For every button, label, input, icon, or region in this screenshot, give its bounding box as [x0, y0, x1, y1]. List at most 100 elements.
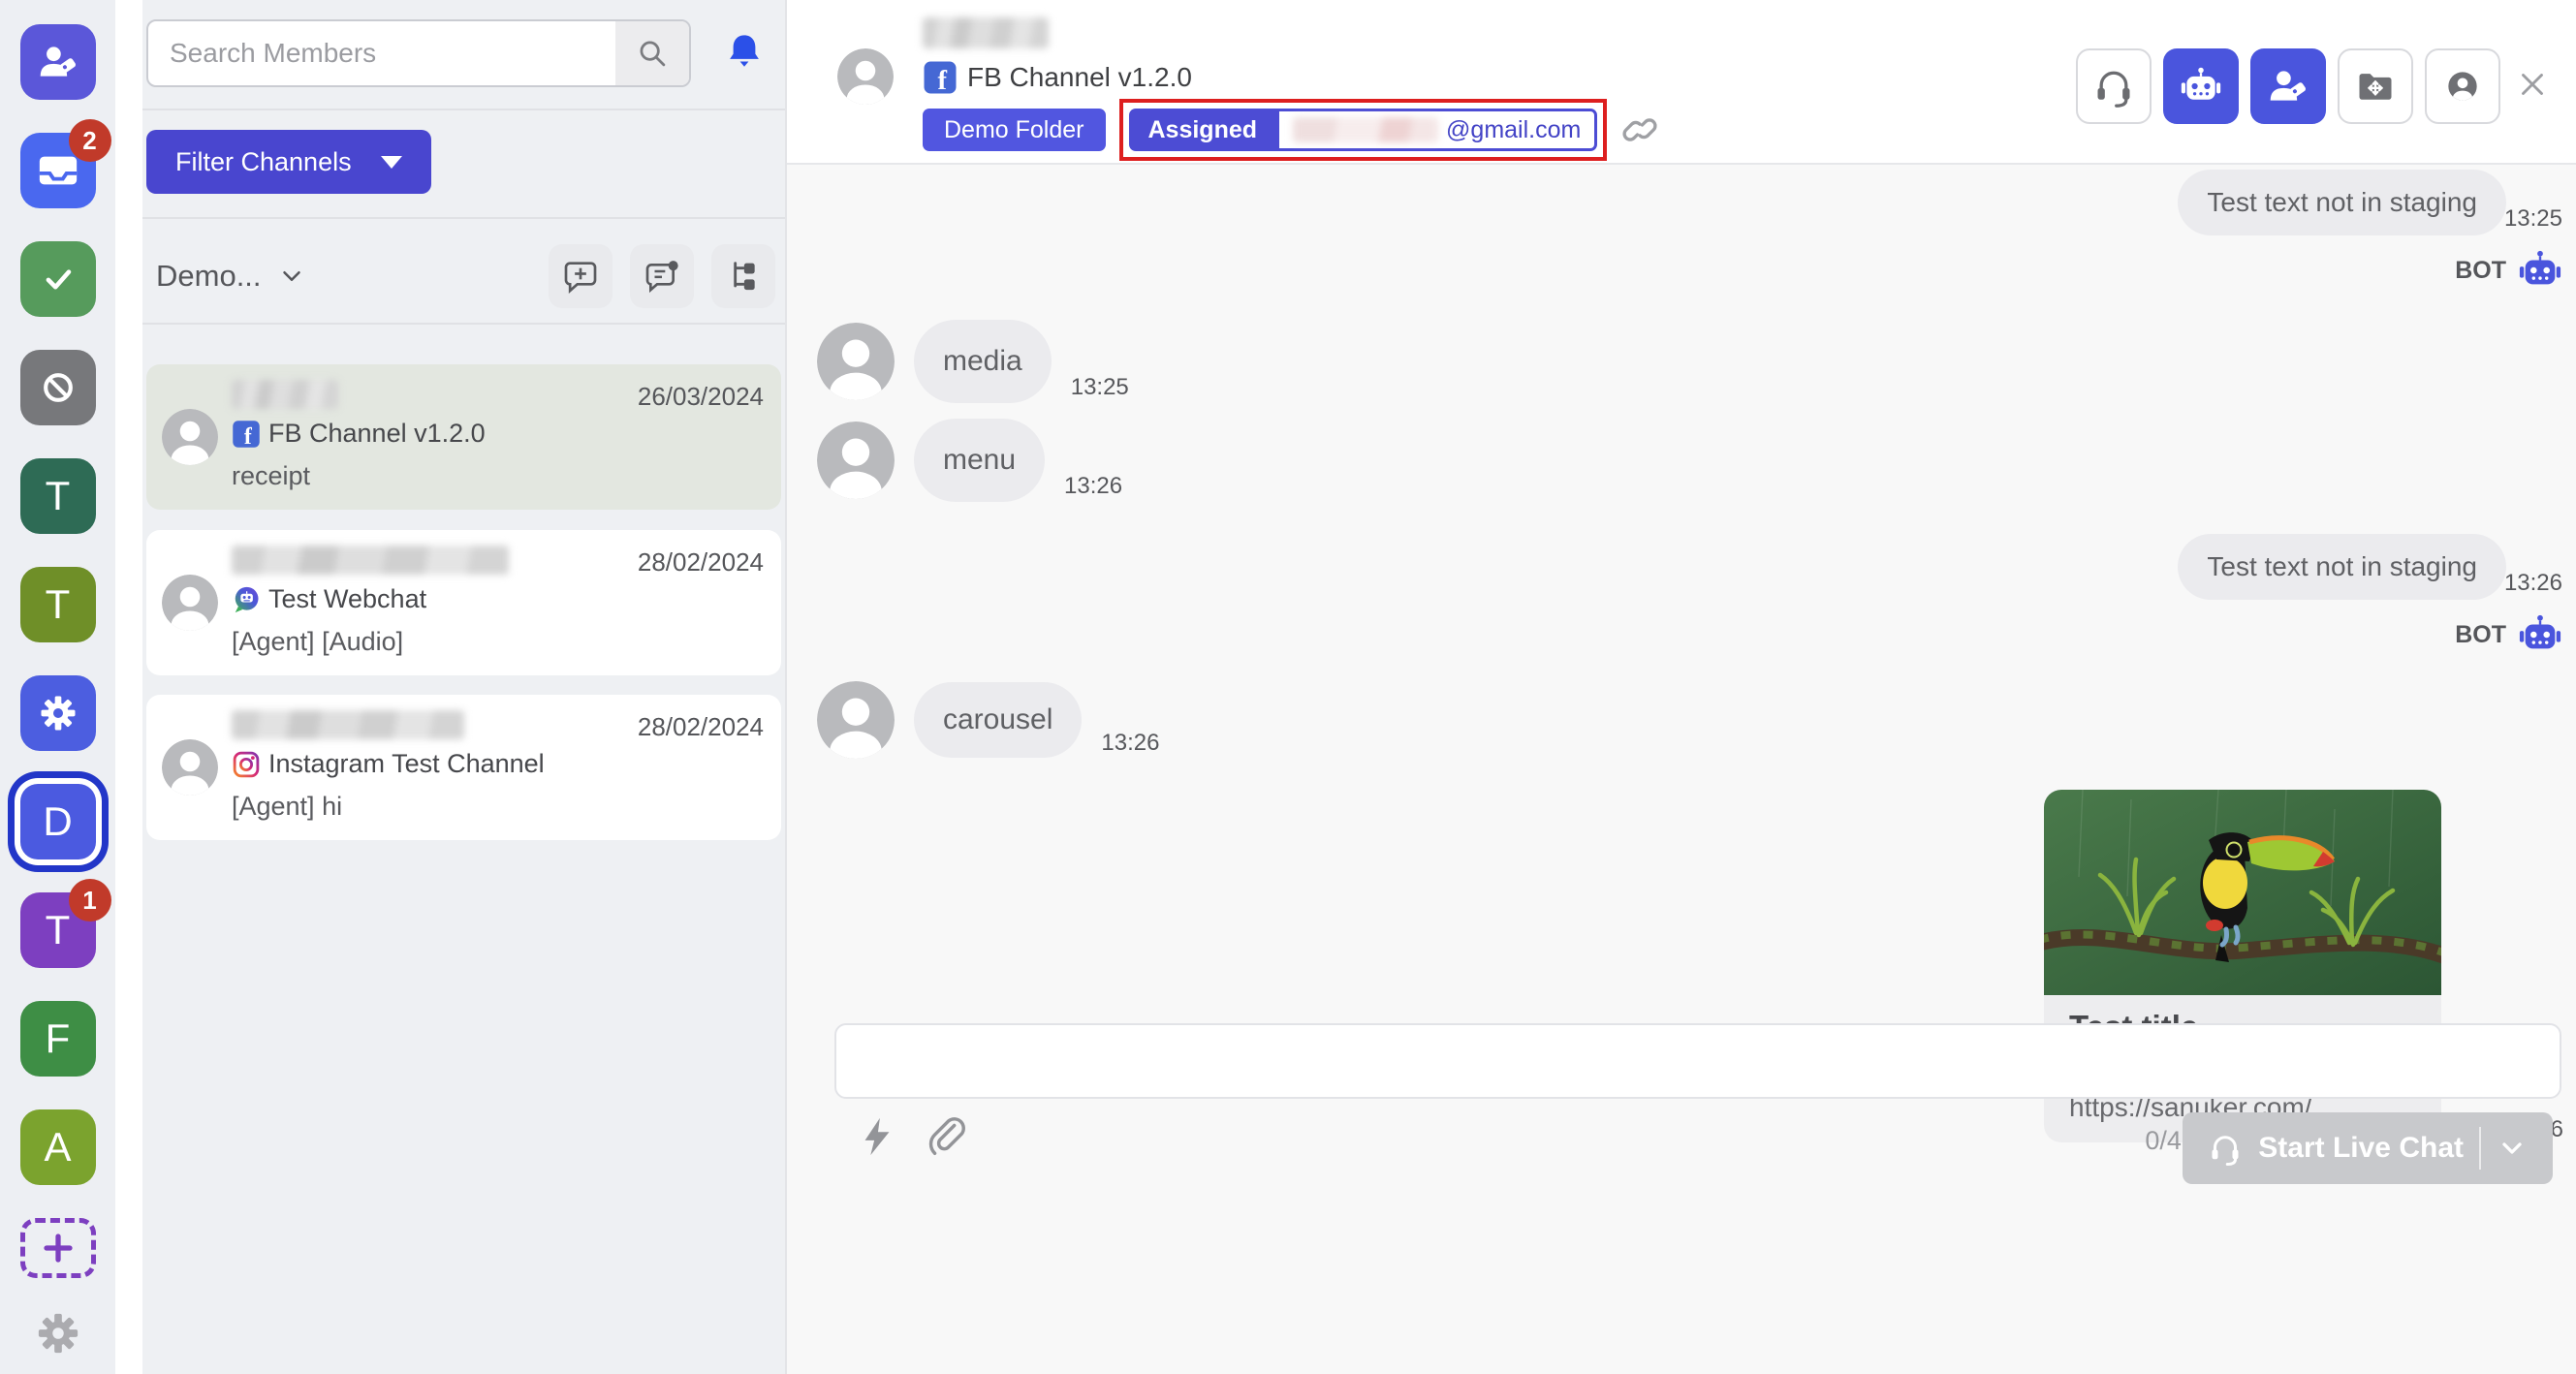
workspace-initial: A — [44, 1124, 71, 1171]
user-tag-icon — [37, 41, 79, 83]
paperclip-icon — [925, 1114, 969, 1159]
contact-name-redacted — [232, 546, 509, 575]
conversation-item-webchat[interactable]: 28/02/2024 Test Webchat [Agent] [Audio] — [146, 530, 781, 675]
notifications-bell-button[interactable] — [724, 31, 765, 72]
divider — [142, 323, 785, 325]
rail-item-workspace-f[interactable]: F — [20, 1001, 96, 1077]
contact-profile-button[interactable] — [2425, 48, 2500, 124]
link-icon[interactable] — [1620, 110, 1659, 149]
facebook-icon: f — [232, 420, 261, 449]
tree-icon — [724, 257, 763, 296]
workspace-initial: T — [46, 581, 71, 628]
message-time: 13:26 — [1101, 730, 1159, 757]
rail-item-workspace-t-olive[interactable]: T — [20, 567, 96, 642]
filter-channels-label: Filter Channels — [175, 147, 352, 177]
add-workspace-button[interactable] — [20, 1218, 96, 1278]
folder-tag[interactable]: Demo Folder — [923, 109, 1106, 151]
move-folder-button[interactable] — [2338, 48, 2413, 124]
message-bubble-outgoing: Test text not in staging — [2178, 170, 2506, 235]
email-domain: @gmail.com — [1446, 116, 1581, 144]
email-redacted — [1293, 117, 1438, 142]
assign-agent-button[interactable] — [2250, 48, 2326, 124]
facebook-icon: f — [923, 60, 958, 95]
attach-file-button[interactable] — [925, 1114, 969, 1159]
quick-replies-button[interactable] — [855, 1114, 899, 1159]
avatar — [162, 575, 218, 631]
folder-selector[interactable]: Demo... — [156, 259, 262, 294]
contact-name-redacted — [232, 710, 464, 739]
rail-item-done[interactable] — [20, 241, 96, 317]
avatar — [817, 681, 895, 759]
channel-tree-button[interactable] — [711, 244, 775, 308]
new-chat-button[interactable] — [549, 244, 613, 308]
close-chat-button[interactable] — [2514, 66, 2551, 103]
avatar — [837, 48, 894, 105]
button-divider — [2479, 1127, 2481, 1170]
assigned-label: Assigned — [1129, 109, 1277, 151]
last-message-preview: receipt — [232, 461, 310, 491]
message-row-incoming: menu 13:26 — [817, 419, 1122, 502]
chat-panel: f FB Channel v1.2.0 Demo Folder Assigned… — [785, 0, 2576, 1374]
settings-gear-icon — [36, 1311, 80, 1356]
headset-icon — [2092, 65, 2135, 108]
message-bubble-incoming: media — [914, 320, 1052, 403]
inbox-icon — [36, 148, 80, 193]
conversation-date: 28/02/2024 — [638, 712, 764, 742]
chevron-down-icon[interactable] — [2497, 1133, 2528, 1164]
message-bubble-incoming: carousel — [914, 682, 1082, 758]
message-bubble-incoming: menu — [914, 419, 1045, 502]
chat-notifications-button[interactable] — [630, 244, 694, 308]
chevron-down-icon[interactable] — [277, 262, 306, 291]
person-circle-icon — [2441, 65, 2484, 108]
bot-sender-row: BOT — [2455, 248, 2562, 293]
rail-divider — [115, 0, 142, 1374]
live-chat-toggle-button[interactable] — [2076, 48, 2152, 124]
svg-text:f: f — [244, 424, 253, 449]
rail-item-workspace-t-teal[interactable]: T — [20, 458, 96, 534]
workspace-unread-badge: 1 — [69, 879, 111, 921]
rail-item-workspace-a[interactable]: A — [20, 1109, 96, 1185]
message-time: 13:25 — [2504, 205, 2562, 233]
last-message-preview: [Agent] [Audio] — [232, 627, 403, 657]
check-icon — [37, 258, 79, 300]
folder-selector-row: Demo... — [156, 238, 775, 314]
avatar — [162, 409, 218, 465]
workspace-initial: D — [43, 798, 72, 845]
rail-item-workspace-t-purple[interactable]: T 1 — [20, 892, 96, 968]
avatar — [817, 323, 895, 400]
filter-channels-button[interactable]: Filter Channels — [146, 130, 431, 194]
assigned-email-field[interactable]: @gmail.com — [1276, 109, 1597, 151]
search-button[interactable] — [615, 21, 689, 85]
rail-item-user-tag[interactable] — [20, 24, 96, 100]
rail-item-workspace-gear[interactable] — [20, 675, 96, 751]
divider — [142, 217, 785, 219]
rail-item-inbox[interactable]: 2 — [20, 133, 96, 208]
conversation-list-panel: Filter Channels Demo... — [142, 0, 785, 1374]
rail-item-blocked[interactable] — [20, 350, 96, 425]
block-icon — [37, 366, 79, 409]
svg-text:f: f — [938, 66, 948, 95]
conversation-item-instagram[interactable]: 28/02/2024 Instagram Test Channel [Agent… — [146, 695, 781, 840]
member-search — [146, 19, 691, 87]
search-input[interactable] — [148, 21, 615, 85]
chat-header: f FB Channel v1.2.0 Demo Folder Assigned… — [787, 0, 2576, 165]
message-bubble-outgoing: Test text not in staging — [2178, 534, 2506, 600]
rail-item-workspace-d-selected[interactable]: D — [20, 784, 96, 859]
conversation-item-fb[interactable]: 26/03/2024 f FB Channel v1.2.0 receipt — [146, 364, 781, 510]
workspace-rail: 2 T T D T 1 — [0, 0, 115, 1374]
caret-down-icon — [381, 156, 402, 169]
gear-icon — [39, 694, 78, 733]
conversation-date: 26/03/2024 — [638, 382, 764, 412]
workspace-initial: F — [46, 1015, 71, 1062]
divider — [142, 109, 785, 110]
channel-name: Test Webchat — [268, 584, 426, 614]
settings-button[interactable] — [36, 1311, 80, 1356]
bot-sender-row: BOT — [2455, 612, 2562, 657]
message-input[interactable] — [834, 1023, 2561, 1099]
start-live-chat-button[interactable]: Start Live Chat — [2183, 1112, 2553, 1184]
folder-move-icon — [2354, 65, 2397, 108]
message-row-incoming: media 13:25 — [817, 320, 1129, 403]
card-image-toucan — [2044, 790, 2441, 995]
bot-mode-button[interactable] — [2163, 48, 2239, 124]
webchat-bot-icon — [232, 585, 261, 614]
